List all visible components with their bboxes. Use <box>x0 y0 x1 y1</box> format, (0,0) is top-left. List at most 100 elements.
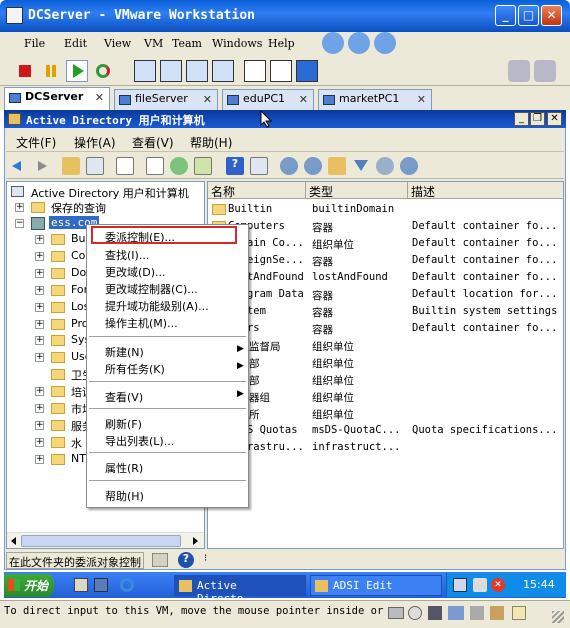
menu-action-cn[interactable]: 操作(A) <box>74 134 116 151</box>
network-tray-icon[interactable] <box>453 578 467 592</box>
scroll-thumb[interactable] <box>21 535 181 547</box>
list-item[interactable]: System容器Builtin system settings <box>208 303 563 320</box>
power-off-icon[interactable] <box>14 60 36 82</box>
expand-icon[interactable]: + <box>35 437 44 447</box>
tab-marketpc1[interactable]: marketPC1 ✕ <box>318 89 432 110</box>
power-on-icon[interactable] <box>66 60 88 82</box>
expand-icon[interactable]: + <box>35 336 44 346</box>
appliance-view-icon[interactable] <box>296 60 318 82</box>
taskbar-item-adsi-edit[interactable]: ADSI Edit <box>310 575 442 596</box>
console-view-icon[interactable] <box>244 60 266 82</box>
list-item[interactable]: NTDS Quotas msDS-QuotaC... Quota specifica… <box>208 422 563 439</box>
take-snapshot-icon[interactable] <box>508 60 530 82</box>
guest-restore-button[interactable]: ❐ <box>530 112 545 126</box>
list-item[interactable]: 卫生监督局 组织单位 <box>208 337 563 354</box>
column-name[interactable]: 名称 <box>208 182 306 199</box>
list-item[interactable]: Computers 容器 Default container fo... <box>208 218 563 235</box>
show-hide-tree-icon[interactable] <box>86 157 104 175</box>
menu-view[interactable]: View <box>104 37 131 50</box>
menu-help-cn[interactable]: 帮助(H) <box>190 134 232 151</box>
menu-item-change-dc[interactable]: 更改域控制器(C)... <box>105 281 198 297</box>
volume-tray-icon[interactable] <box>473 578 487 592</box>
menu-item-export-list[interactable]: 导出列表(L)... <box>105 433 174 449</box>
new-ou-icon[interactable] <box>328 157 346 175</box>
expand-icon[interactable]: + <box>35 404 44 413</box>
filter-icon[interactable] <box>352 157 370 175</box>
quicklaunch-show-desktop-icon[interactable] <box>74 578 88 592</box>
list-item[interactable]: Domain Co... 组织单位 Default container fo... <box>208 235 563 252</box>
tab-edupc1[interactable]: eduPC1 ✕ <box>222 89 314 110</box>
close-tab-icon[interactable]: ✕ <box>417 93 426 106</box>
snapshot-icon[interactable] <box>322 32 344 54</box>
guest-close-button[interactable]: ✕ <box>547 112 562 126</box>
list-item[interactable]: 服务器组 组织单位 <box>208 388 563 405</box>
snapshot-settings-icon[interactable] <box>534 60 556 82</box>
expand-icon[interactable]: + <box>35 353 44 363</box>
floppy-status-icon[interactable] <box>428 606 442 620</box>
menu-help[interactable]: Help <box>268 37 295 50</box>
new-user-icon[interactable] <box>280 157 298 175</box>
new-group-icon[interactable] <box>304 157 322 175</box>
menu-file[interactable]: File <box>24 37 45 50</box>
menu-view-cn[interactable]: 查看(V) <box>132 134 174 151</box>
message-status-icon[interactable] <box>512 606 526 620</box>
collapse-icon[interactable]: − <box>15 219 24 228</box>
menu-vm[interactable]: VM <box>144 37 163 50</box>
export-list-icon[interactable] <box>194 157 212 175</box>
list-item[interactable]: 培训部组织单位 <box>208 354 563 371</box>
menu-item-find[interactable]: 查找(I)... <box>105 247 149 263</box>
tab-fileserver[interactable]: fileServer ✕ <box>114 89 218 110</box>
network-status-icon[interactable] <box>448 606 464 620</box>
find-icon[interactable] <box>376 157 394 175</box>
list-item[interactable]: 水务所组织单位 <box>208 405 563 422</box>
status-help-icon[interactable]: ? <box>178 552 194 568</box>
status-expand-icon[interactable]: ⁝ <box>204 553 207 564</box>
expand-icon[interactable]: + <box>35 235 44 244</box>
fit-guest-icon[interactable] <box>186 60 208 82</box>
summary-view-icon[interactable] <box>270 60 292 82</box>
expand-icon[interactable]: + <box>35 454 44 464</box>
list-item[interactable]: LostAndFound lostAndFound Default containe… <box>208 269 563 286</box>
taskbar-item-active-directory[interactable]: Active Directo... <box>174 575 306 605</box>
revert-snapshot-icon[interactable] <box>348 32 370 54</box>
refresh-icon[interactable] <box>170 157 188 175</box>
expand-icon[interactable]: + <box>35 268 44 278</box>
properties-icon[interactable] <box>146 157 164 175</box>
sound-status-icon[interactable] <box>490 606 504 620</box>
expand-icon[interactable]: + <box>35 285 44 295</box>
menu-file-cn[interactable]: 文件(F) <box>16 134 56 151</box>
maximize-button[interactable]: □ <box>518 5 539 26</box>
menu-item-operations-masters[interactable]: 操作主机(M)... <box>105 315 178 331</box>
list-item[interactable]: Builtin builtinDomain <box>208 201 563 218</box>
menu-edit[interactable]: Edit <box>64 37 87 50</box>
close-tab-icon[interactable]: ✕ <box>95 91 104 104</box>
usb-status-icon[interactable] <box>470 606 484 620</box>
menu-team[interactable]: Team <box>172 37 202 50</box>
forward-arrow-icon[interactable] <box>32 157 50 175</box>
snapshot-manager-icon[interactable] <box>374 32 396 54</box>
suspend-icon[interactable] <box>40 60 62 82</box>
scroll-left-icon[interactable] <box>11 537 16 545</box>
console-window-icon[interactable] <box>250 157 268 175</box>
close-tab-icon[interactable]: ✕ <box>299 93 308 106</box>
menu-item-view[interactable]: 查看(V) ▶ <box>105 389 244 405</box>
unity-icon[interactable] <box>212 60 234 82</box>
expand-icon[interactable]: + <box>35 302 44 312</box>
menu-windows[interactable]: Windows <box>212 37 262 50</box>
help-icon[interactable]: ? <box>226 157 244 175</box>
resize-grip-icon[interactable] <box>552 611 564 623</box>
menu-item-raise-functional-level[interactable]: 提升域功能级别(A)... <box>105 298 209 314</box>
list-item[interactable]: Program Data 容器 Default location for... <box>208 286 563 303</box>
list-item[interactable]: Infrastru... infrastruct... <box>208 439 563 456</box>
hdd-status-icon[interactable] <box>388 607 404 619</box>
expand-icon[interactable]: + <box>35 387 44 397</box>
full-screen-icon[interactable] <box>160 60 182 82</box>
scroll-right-icon[interactable] <box>193 537 198 545</box>
list-item[interactable]: 市场部组织单位 <box>208 371 563 388</box>
back-arrow-icon[interactable] <box>10 157 28 175</box>
column-type[interactable]: 类型 <box>306 182 408 199</box>
start-button[interactable]: 开始 <box>4 574 54 597</box>
status-tool-icon[interactable] <box>152 553 168 567</box>
expand-icon[interactable]: + <box>35 420 44 430</box>
quicklaunch-ie-icon[interactable] <box>120 578 134 592</box>
